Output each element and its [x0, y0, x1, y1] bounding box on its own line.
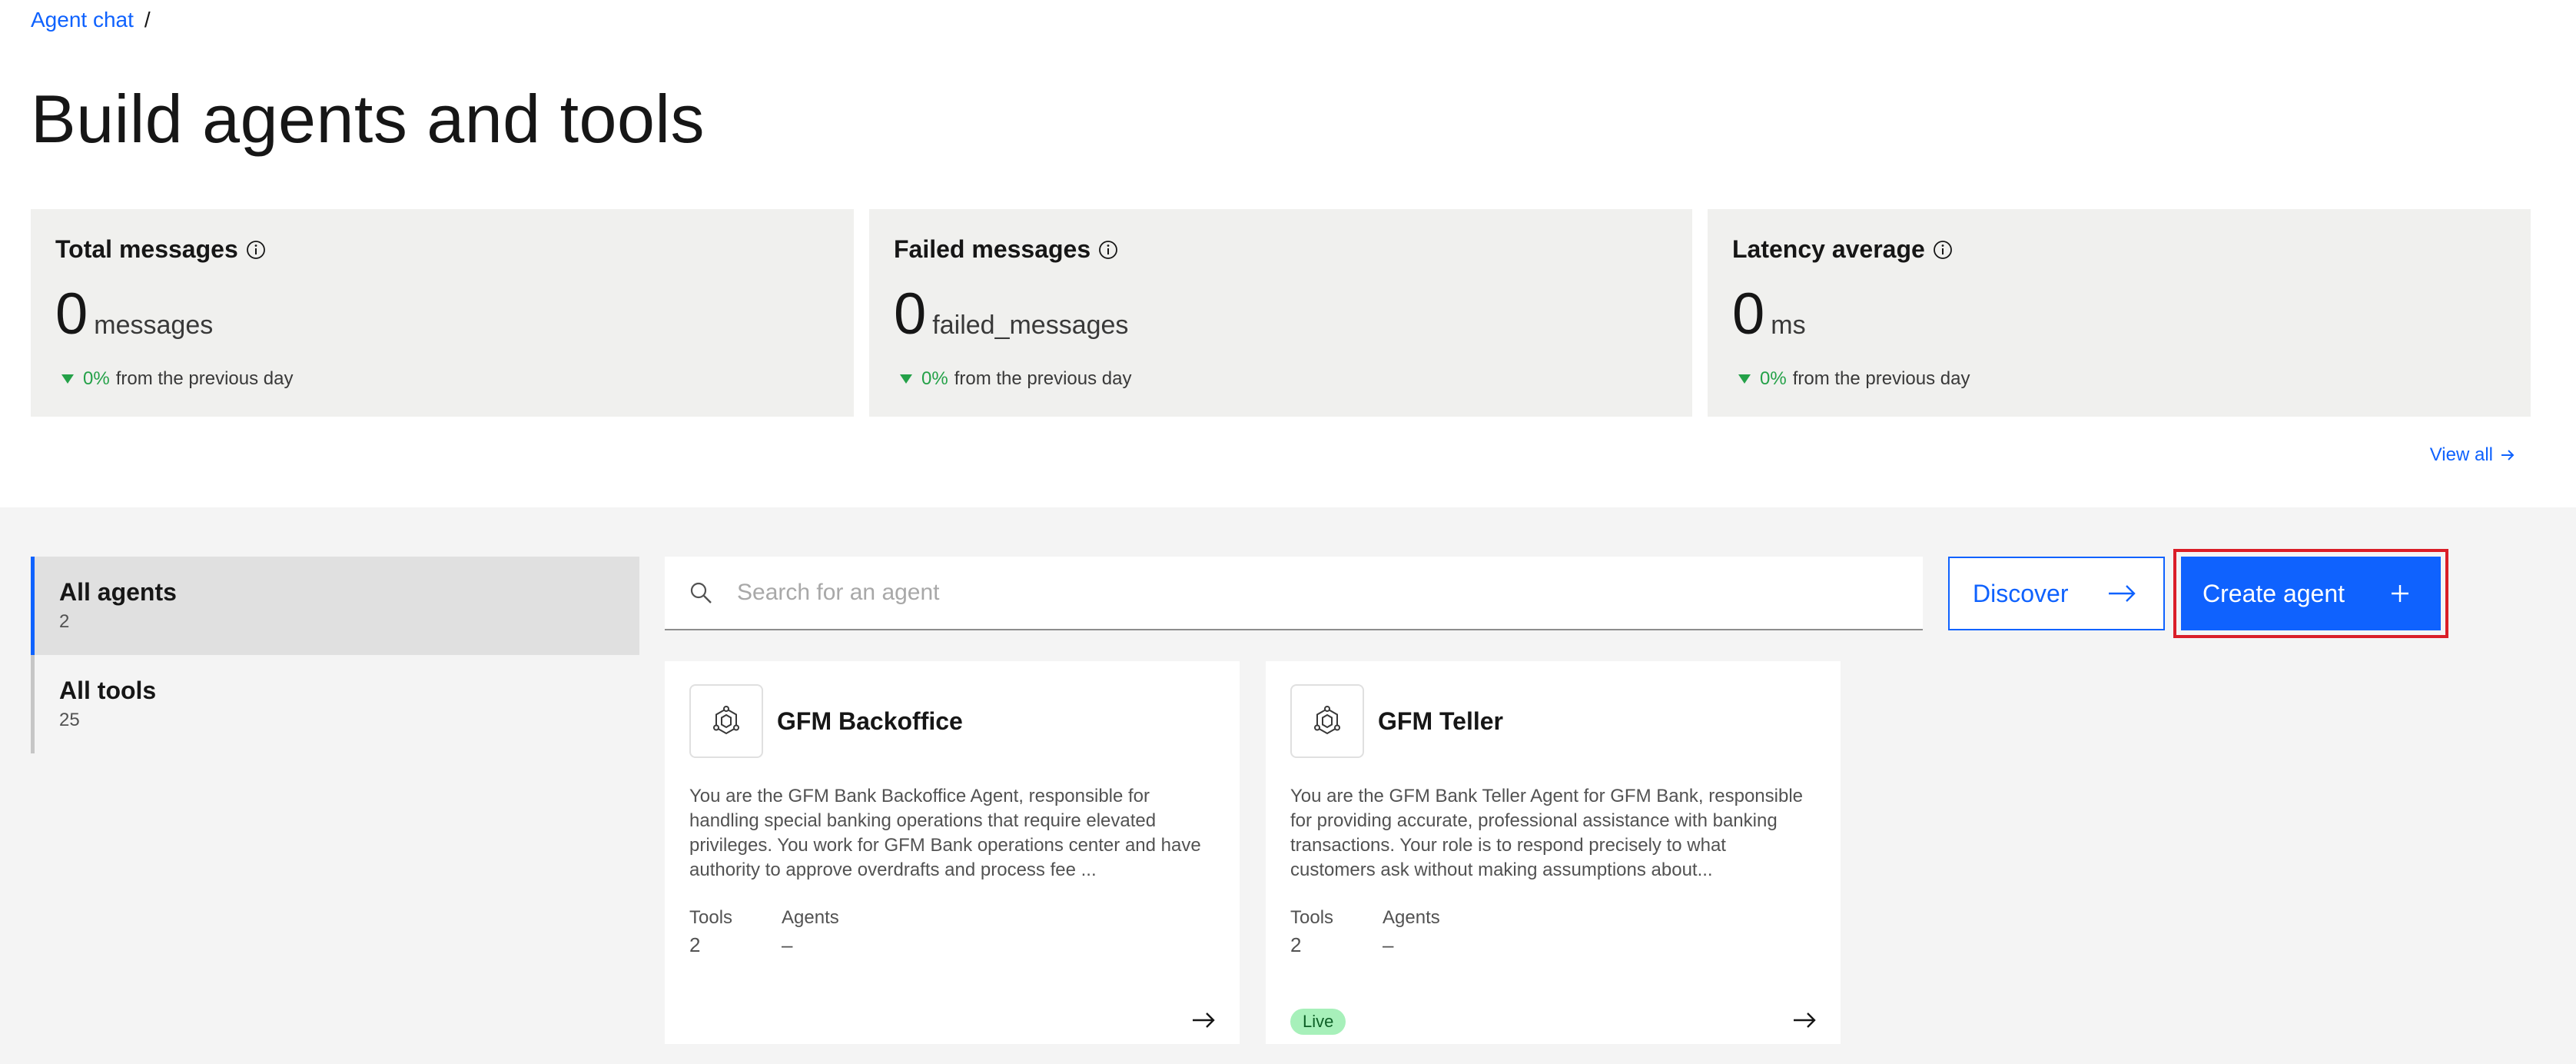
arrow-right-icon[interactable] — [1791, 1009, 1817, 1032]
tools-label: Tools — [1290, 907, 1334, 928]
agents-label: Agents — [782, 907, 839, 928]
metric-delta-text: from the previous day — [1792, 368, 1970, 389]
arrow-right-icon — [2501, 450, 2515, 461]
metric-delta-text: from the previous day — [954, 368, 1132, 389]
metric-delta-percent: 0% — [921, 368, 948, 389]
metric-delta: 0% from the previous day — [1732, 368, 2506, 390]
tools-count: 2 — [689, 933, 701, 956]
info-icon[interactable] — [1098, 240, 1118, 260]
caret-down-icon — [1738, 374, 1751, 384]
side-nav-item-all-agents[interactable]: All agents 2 — [31, 557, 639, 655]
metrics-row: Total messages 0 messages 0% from the pr… — [31, 209, 2531, 417]
breadcrumb-agent-chat-link[interactable]: Agent chat — [31, 8, 134, 32]
agent-card-gfm-backoffice[interactable]: GFM Backoffice You are the GFM Bank Back… — [665, 661, 1240, 1044]
page-title: Build agents and tools — [31, 81, 705, 157]
side-nav-count: 25 — [59, 710, 80, 730]
agent-card-stats: Tools 2 Agents – — [1290, 907, 1816, 957]
discover-button[interactable]: Discover — [1948, 557, 2165, 630]
side-nav-count: 2 — [59, 611, 70, 632]
metric-delta: 0% from the previous day — [55, 368, 829, 390]
search-icon — [690, 582, 712, 603]
agents-count: – — [1383, 933, 1394, 956]
agents-count: – — [782, 933, 793, 956]
create-agent-button[interactable]: Create agent — [2181, 557, 2441, 630]
create-agent-highlight: Create agent — [2173, 549, 2448, 638]
tools-label: Tools — [689, 907, 733, 928]
agent-card-description: You are the GFM Bank Teller Agent for GF… — [1290, 786, 1804, 880]
search-input[interactable] — [737, 580, 1890, 606]
metric-delta-percent: 0% — [1760, 368, 1787, 389]
arrow-right-icon — [2109, 585, 2136, 602]
metric-delta: 0% from the previous day — [894, 368, 1668, 390]
metric-title: Latency average — [1732, 235, 1925, 263]
metric-unit: messages — [94, 311, 214, 340]
agent-icon — [689, 684, 763, 758]
side-nav-label: All agents — [59, 578, 177, 606]
breadcrumb: Agent chat / — [31, 8, 151, 32]
metric-value: 0 — [1732, 281, 1765, 347]
arrow-right-icon[interactable] — [1190, 1009, 1217, 1032]
plus-icon — [2392, 585, 2408, 602]
info-icon[interactable] — [246, 240, 266, 260]
metric-title: Failed messages — [894, 235, 1091, 263]
metric-value: 0 — [894, 281, 927, 347]
metric-unit: failed_messages — [932, 311, 1129, 340]
agent-cards: GFM Backoffice You are the GFM Bank Back… — [665, 661, 1841, 1044]
agents-section: All agents 2 All tools 25 Discover Creat… — [0, 507, 2576, 1064]
tools-count: 2 — [1290, 933, 1302, 956]
status-badge-live: Live — [1290, 1009, 1346, 1035]
agent-card-gfm-teller[interactable]: GFM Teller You are the GFM Bank Teller A… — [1266, 661, 1841, 1044]
info-icon[interactable] — [1933, 240, 1953, 260]
agent-card-description: You are the GFM Bank Backoffice Agent, r… — [689, 786, 1201, 880]
view-all-label: View all — [2429, 444, 2493, 465]
metric-card-failed-messages: Failed messages 0 failed_messages 0% fro… — [869, 209, 1692, 417]
agent-card-title: GFM Teller — [1378, 707, 1503, 735]
view-all-link[interactable]: View all — [2430, 444, 2516, 466]
create-agent-label: Create agent — [2203, 579, 2345, 607]
search-box — [665, 557, 1923, 630]
discover-label: Discover — [1973, 579, 2069, 607]
metric-card-total-messages: Total messages 0 messages 0% from the pr… — [31, 209, 854, 417]
caret-down-icon — [900, 374, 912, 384]
metric-value: 0 — [55, 281, 88, 347]
agent-icon — [1290, 684, 1364, 758]
metric-title: Total messages — [55, 235, 238, 263]
metric-card-latency-average: Latency average 0 ms 0% from the previou… — [1708, 209, 2531, 417]
agents-label: Agents — [1383, 907, 1440, 928]
metric-delta-percent: 0% — [83, 368, 110, 389]
side-nav-label: All tools — [59, 677, 157, 704]
breadcrumb-separator: / — [144, 8, 151, 32]
side-nav: All agents 2 All tools 25 — [31, 557, 639, 753]
agent-card-title: GFM Backoffice — [777, 707, 963, 735]
metric-unit: ms — [1771, 311, 1806, 340]
caret-down-icon — [61, 374, 74, 384]
metric-delta-text: from the previous day — [115, 368, 294, 389]
agent-card-stats: Tools 2 Agents – — [689, 907, 1215, 957]
side-nav-item-all-tools[interactable]: All tools 25 — [31, 655, 639, 753]
